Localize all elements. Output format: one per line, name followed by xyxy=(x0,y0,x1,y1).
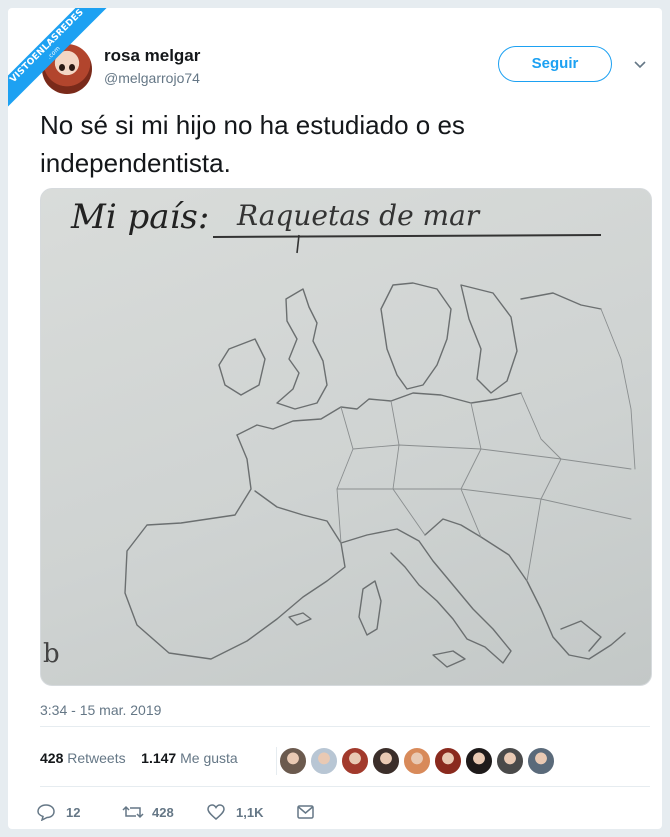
retweets-count[interactable]: 428 xyxy=(40,750,63,766)
reply-icon xyxy=(37,804,55,821)
liker-avatar[interactable] xyxy=(465,747,493,775)
liker-avatar[interactable] xyxy=(496,747,524,775)
chevron-down-icon[interactable] xyxy=(632,56,648,72)
liker-avatar[interactable] xyxy=(403,747,431,775)
tweet-text: No sé si mi hijo no ha estudiado o es in… xyxy=(40,110,465,178)
liker-avatar[interactable] xyxy=(279,747,307,775)
engagement-stats: 428 Retweets 1.147 Me gusta xyxy=(40,750,238,766)
author-name[interactable]: rosa melgar xyxy=(104,46,200,66)
hand-drawn-map xyxy=(124,234,636,668)
likers-avatars xyxy=(276,747,555,775)
like-count: 1,1K xyxy=(236,805,264,820)
liker-avatar[interactable] xyxy=(310,747,338,775)
liker-avatar[interactable] xyxy=(527,747,555,775)
divider xyxy=(40,726,650,727)
liker-avatar[interactable] xyxy=(434,747,462,775)
tweet-photo[interactable]: Mi país: Raquetas de mar b xyxy=(40,188,652,686)
tweet-card: VISTOENLASREDES .com rosa melgar @melgar… xyxy=(8,8,662,829)
photo-heading: Mi país: xyxy=(71,197,210,237)
retweets-label[interactable]: Retweets xyxy=(67,750,125,766)
photo-corner-mark: b xyxy=(43,639,60,669)
watermark-ribbon: VISTOENLASREDES .com xyxy=(8,8,118,118)
likes-label[interactable]: Me gusta xyxy=(180,750,238,766)
direct-message-icon xyxy=(297,805,314,819)
liker-avatar[interactable] xyxy=(341,747,369,775)
retweet-icon xyxy=(122,805,144,819)
like-icon xyxy=(207,804,225,820)
liker-avatar[interactable] xyxy=(372,747,400,775)
tweet-timestamp[interactable]: 3:34 - 15 mar. 2019 xyxy=(40,702,161,718)
watermark-domain: .com xyxy=(45,44,62,61)
divider xyxy=(40,786,650,787)
photo-answer: Raquetas de mar xyxy=(237,199,480,232)
retweet-count: 428 xyxy=(152,805,174,820)
author-handle[interactable]: @melgarrojo74 xyxy=(104,70,200,86)
likes-count[interactable]: 1.147 xyxy=(141,750,176,766)
follow-button[interactable]: Seguir xyxy=(498,46,612,82)
watermark-text: VISTOENLASREDES xyxy=(8,8,86,85)
reply-count: 12 xyxy=(66,805,81,820)
